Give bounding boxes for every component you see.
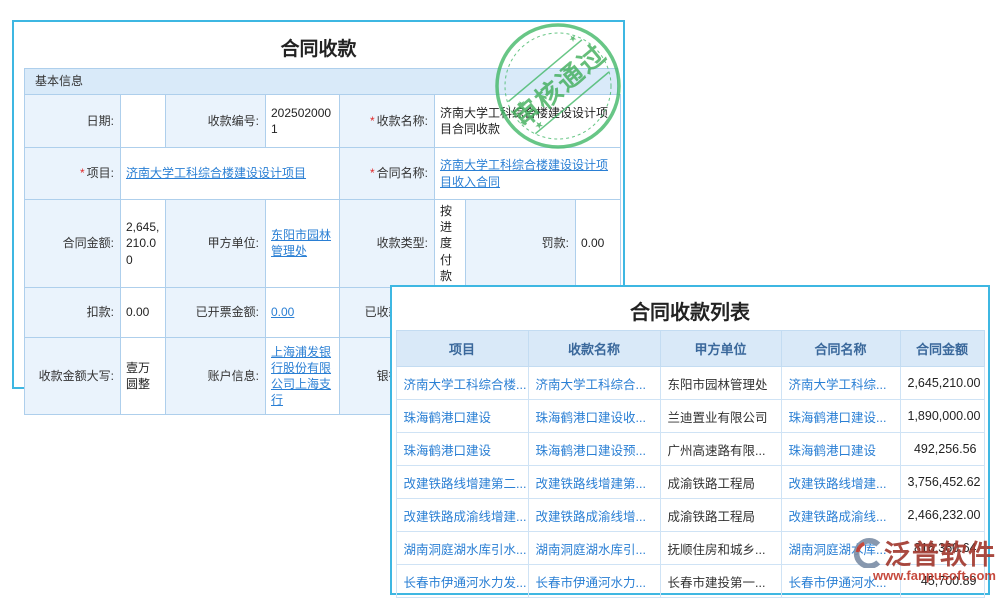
cell-contract-amount: 1,890,000.00 [900, 400, 984, 433]
table-row[interactable]: 改建铁路线增建第二... 改建铁路线增建第... 成渝铁路工程局 改建铁路线增建… [396, 466, 984, 499]
cell-contract-amount: 3,756,452.62 [900, 466, 984, 499]
account-info-label: 账户信息: [166, 337, 266, 414]
cell-receipt-name[interactable]: 湖南洞庭湖水库引... [528, 532, 660, 565]
cell-receipt-name[interactable]: 改建铁路线增建第... [528, 466, 660, 499]
col-header-receipt-name[interactable]: 收款名称 [528, 331, 660, 367]
cell-contract-amount: 492,256.56 [900, 433, 984, 466]
cell-project[interactable]: 改建铁路线增建第二... [396, 466, 528, 499]
list-title: 合同收款列表 [392, 287, 988, 330]
vendor-watermark: 泛普软件 www.fanpusoft.com [852, 533, 998, 583]
party-a-field: 东阳市园林管理处 [266, 200, 340, 288]
col-header-party-a[interactable]: 甲方单位 [660, 331, 781, 367]
col-header-project[interactable]: 项目 [396, 331, 528, 367]
date-field[interactable] [121, 95, 166, 148]
receipt-no-field[interactable]: 2025020001 [266, 95, 340, 148]
cell-party-a: 抚顺住房和城乡... [660, 532, 781, 565]
cell-receipt-name[interactable]: 珠海鹤港口建设收... [528, 400, 660, 433]
account-info-field: 上海浦发银行股份有限公司上海支行 [266, 337, 340, 414]
cell-project[interactable]: 珠海鹤港口建设 [396, 433, 528, 466]
amount-in-words-field: 壹万圆整 [121, 337, 166, 414]
cell-contract-name[interactable]: 改建铁路成渝线... [781, 499, 900, 532]
date-label: 日期: [25, 95, 121, 148]
cell-contract-name[interactable]: 珠海鹤港口建设... [781, 400, 900, 433]
cell-project[interactable]: 珠海鹤港口建设 [396, 400, 528, 433]
cell-contract-amount: 2,645,210.00 [900, 367, 984, 400]
cell-receipt-name[interactable]: 改建铁路成渝线增... [528, 499, 660, 532]
contract-amount-label: 合同金额: [25, 200, 121, 288]
receipt-type-label: 收款类型: [340, 200, 435, 288]
project-field: 济南大学工科综合楼建设设计项目 [121, 148, 340, 200]
cell-party-a: 成渝铁路工程局 [660, 499, 781, 532]
receipt-no-label: 收款编号: [166, 95, 266, 148]
cell-contract-amount: 2,466,232.00 [900, 499, 984, 532]
table-row[interactable]: 改建铁路成渝线增建... 改建铁路成渝线增... 成渝铁路工程局 改建铁路成渝线… [396, 499, 984, 532]
cell-contract-name[interactable]: 济南大学工科综... [781, 367, 900, 400]
cell-receipt-name[interactable]: 长春市伊通河水力... [528, 565, 660, 598]
table-row[interactable]: 珠海鹤港口建设 珠海鹤港口建设收... 兰迪置业有限公司 珠海鹤港口建设... … [396, 400, 984, 433]
contract-name-label: *合同名称: [340, 148, 435, 200]
col-header-contract-name[interactable]: 合同名称 [781, 331, 900, 367]
cell-project[interactable]: 济南大学工科综合楼... [396, 367, 528, 400]
vendor-brand-text: 泛普软件 [884, 533, 996, 572]
cell-party-a: 东阳市园林管理处 [660, 367, 781, 400]
deduction-field[interactable]: 0.00 [121, 287, 166, 337]
deduction-label: 扣款: [25, 287, 121, 337]
fine-field[interactable]: 0.00 [576, 200, 621, 288]
contract-name-link[interactable]: 济南大学工科综合楼建设设计项目收入合同 [440, 158, 608, 188]
vendor-url-text: www.fanpusoft.com [852, 568, 998, 583]
cell-party-a: 成渝铁路工程局 [660, 466, 781, 499]
project-label: *项目: [25, 148, 121, 200]
project-link[interactable]: 济南大学工科综合楼建设设计项目 [126, 166, 306, 180]
receipt-type-field[interactable]: 按进度付款 [435, 200, 466, 288]
cell-party-a: 广州高速路有限... [660, 433, 781, 466]
invoiced-amount-field: 0.00 [266, 287, 340, 337]
table-row[interactable]: 珠海鹤港口建设 珠海鹤港口建设预... 广州高速路有限... 珠海鹤港口建设 4… [396, 433, 984, 466]
account-info-link[interactable]: 上海浦发银行股份有限公司上海支行 [271, 345, 331, 408]
table-row[interactable]: 济南大学工科综合楼... 济南大学工科综合... 东阳市园林管理处 济南大学工科… [396, 367, 984, 400]
amount-in-words-label: 收款金额大写: [25, 337, 121, 414]
invoiced-amount-link[interactable]: 0.00 [271, 305, 294, 319]
required-asterisk: * [370, 114, 375, 128]
approval-stamp: 审核通过 ★ ★ ★ ★ [492, 20, 624, 152]
contract-name-field: 济南大学工科综合楼建设设计项目收入合同 [435, 148, 621, 200]
cell-project[interactable]: 长春市伊通河水力发... [396, 565, 528, 598]
cell-project[interactable]: 改建铁路成渝线增建... [396, 499, 528, 532]
fine-label: 罚款: [466, 200, 576, 288]
fanpu-logo-icon [852, 538, 882, 568]
cell-contract-name[interactable]: 珠海鹤港口建设 [781, 433, 900, 466]
contract-amount-field: 2,645,210.00 [121, 200, 166, 288]
form-row-2: *项目: 济南大学工科综合楼建设设计项目 *合同名称: 济南大学工科综合楼建设设… [25, 148, 621, 200]
list-header-row: 项目 收款名称 甲方单位 合同名称 合同金额 [396, 331, 984, 367]
cell-party-a: 兰迪置业有限公司 [660, 400, 781, 433]
cell-receipt-name[interactable]: 珠海鹤港口建设预... [528, 433, 660, 466]
party-a-label: 甲方单位: [166, 200, 266, 288]
cell-project[interactable]: 湖南洞庭湖水库引水... [396, 532, 528, 565]
form-row-3: 合同金额: 2,645,210.00 甲方单位: 东阳市园林管理处 收款类型: … [25, 200, 621, 288]
cell-contract-name[interactable]: 改建铁路线增建... [781, 466, 900, 499]
required-asterisk: * [370, 166, 375, 180]
party-a-link[interactable]: 东阳市园林管理处 [271, 228, 331, 258]
required-asterisk: * [80, 166, 85, 180]
cell-receipt-name[interactable]: 济南大学工科综合... [528, 367, 660, 400]
approval-stamp-seal-icon: 审核通过 ★ ★ ★ ★ [492, 20, 624, 152]
receipt-name-label: *收款名称: [340, 95, 435, 148]
cell-party-a: 长春市建投第一... [660, 565, 781, 598]
invoiced-amount-label: 已开票金额: [166, 287, 266, 337]
col-header-contract-amount[interactable]: 合同金额 [900, 331, 984, 367]
